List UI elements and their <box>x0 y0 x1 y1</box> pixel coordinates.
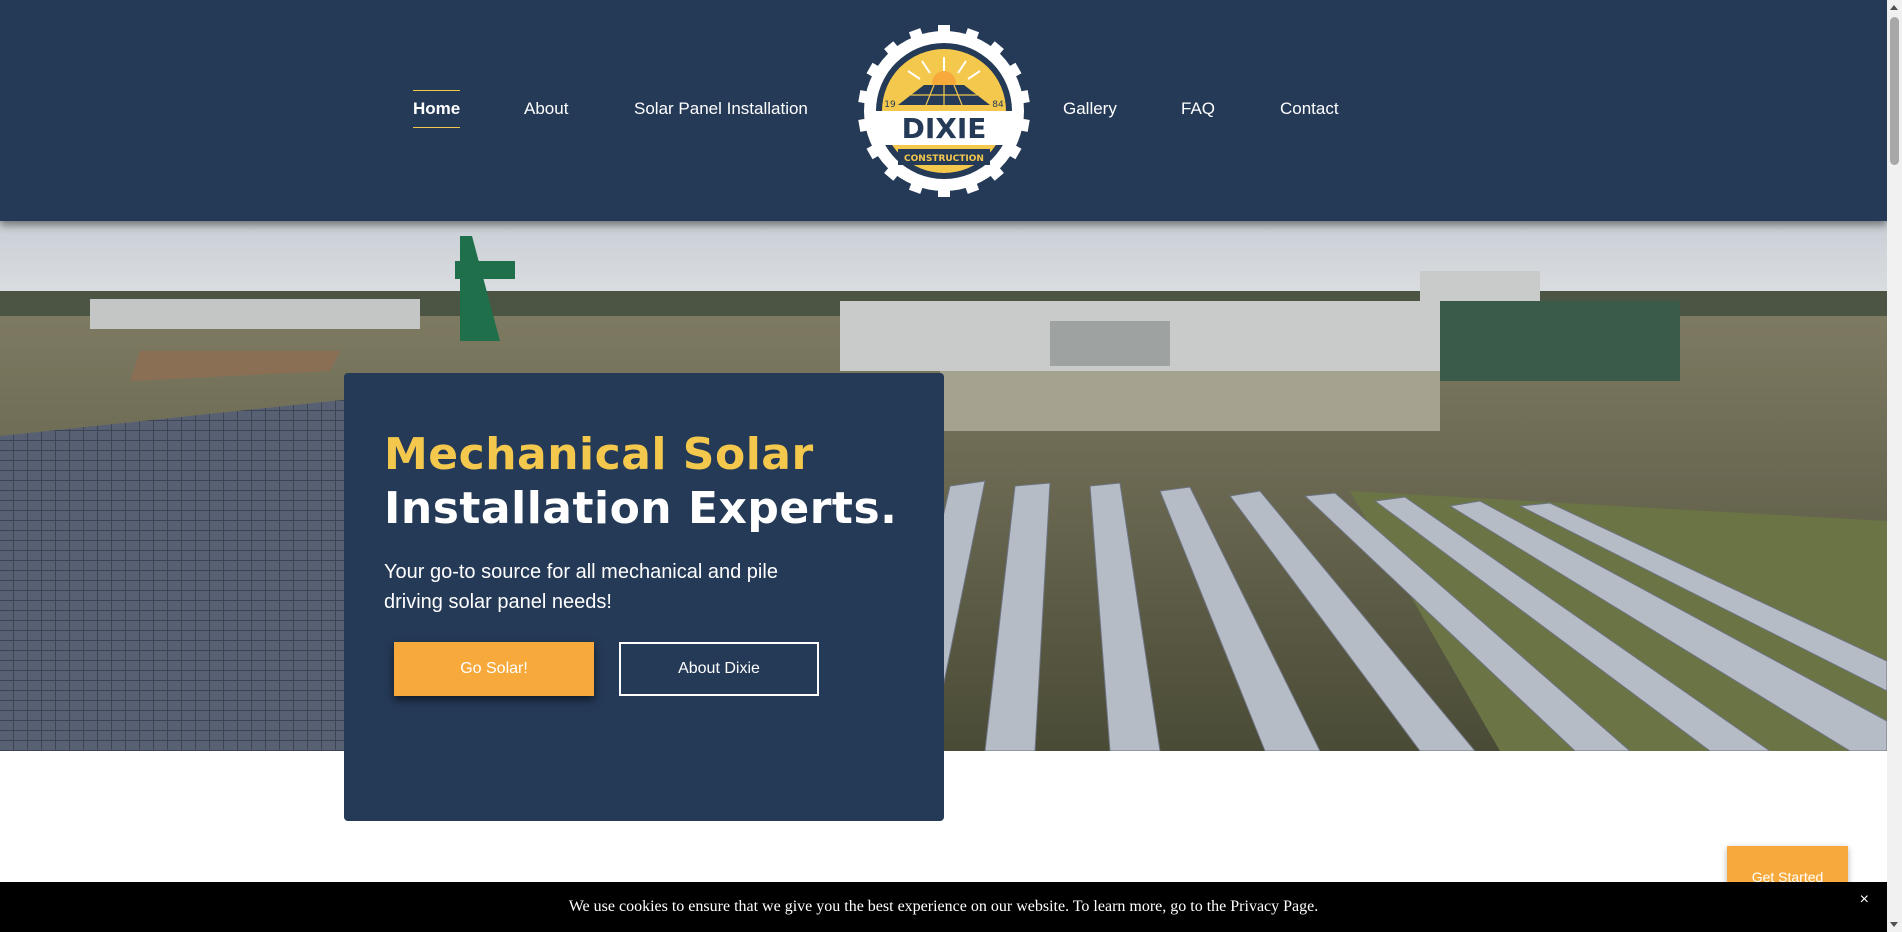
close-icon[interactable]: × <box>1860 891 1869 909</box>
nav-contact[interactable]: Contact <box>1280 99 1339 119</box>
svg-text:84: 84 <box>992 100 1004 110</box>
hero-title-main: Installation Experts. <box>384 483 898 534</box>
scroll-up-icon[interactable] <box>1890 5 1898 10</box>
site-header: Home About Solar Panel Installation DIXI… <box>0 0 1887 221</box>
nav-home[interactable]: Home <box>413 90 461 128</box>
hero-card: Mechanical Solar Installation Experts. Y… <box>344 373 944 821</box>
dixie-logo[interactable]: DIXIE 19 84 CONSTRUCTION <box>858 25 1030 197</box>
svg-text:19: 19 <box>884 100 896 110</box>
nav-about[interactable]: About <box>524 99 568 119</box>
hero-title-accent: Mechanical Solar <box>384 429 814 480</box>
hero-subtitle: Your go-to source for all mechanical and… <box>384 561 778 613</box>
cookie-banner: We use cookies to ensure that we give yo… <box>0 882 1887 932</box>
about-dixie-button[interactable]: About Dixie <box>619 642 819 696</box>
scroll-down-icon[interactable] <box>1890 922 1898 927</box>
page-scrollbar[interactable] <box>1887 0 1902 932</box>
scroll-thumb[interactable] <box>1890 17 1899 165</box>
hero-title: Mechanical Solar Installation Experts. <box>384 428 924 536</box>
go-solar-button[interactable]: Go Solar! <box>394 642 594 696</box>
nav-gallery[interactable]: Gallery <box>1063 99 1117 119</box>
nav-solar-panel-installation[interactable]: Solar Panel Installation <box>634 99 808 119</box>
logo-subtitle: CONSTRUCTION <box>904 154 984 164</box>
cookie-message: We use cookies to ensure that we give yo… <box>568 898 1319 915</box>
logo-wordmark: DIXIE <box>902 112 987 145</box>
nav-faq[interactable]: FAQ <box>1181 99 1215 119</box>
